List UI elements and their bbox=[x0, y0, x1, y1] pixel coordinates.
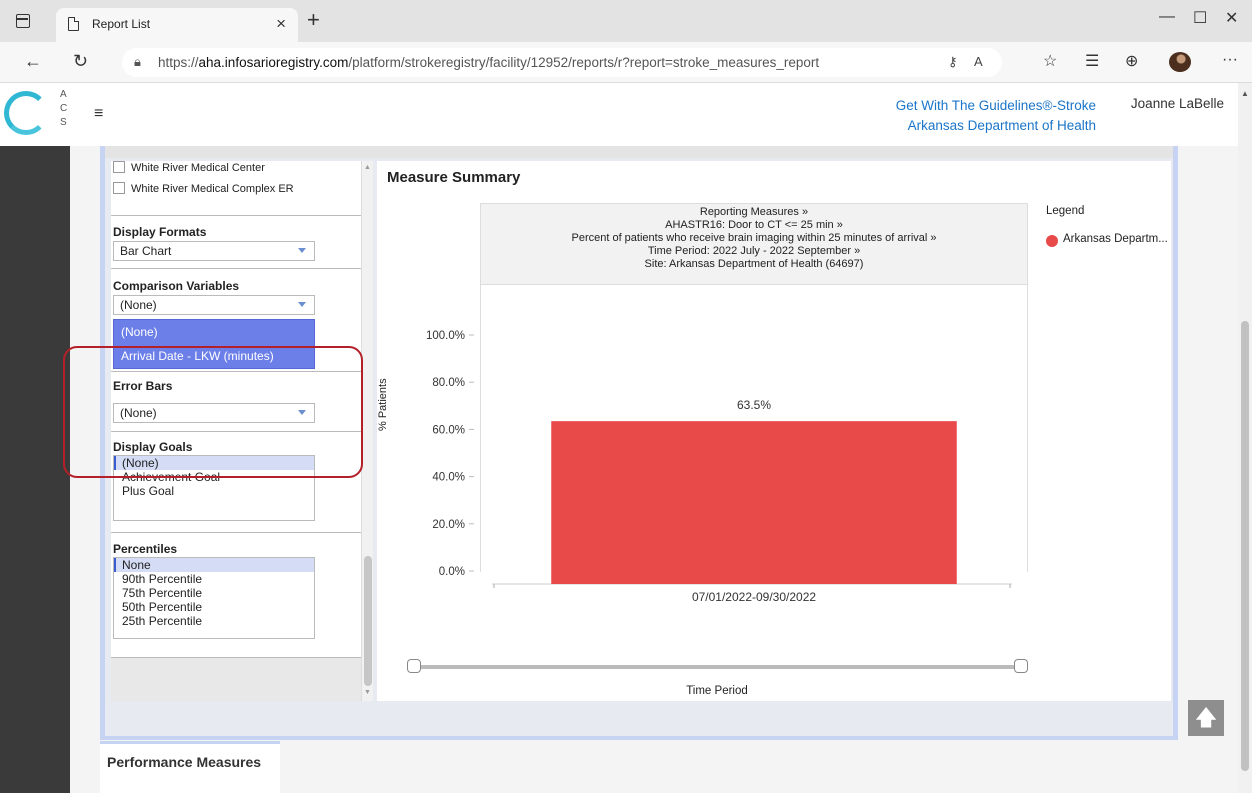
list-item[interactable]: 90th Percentile bbox=[114, 572, 314, 586]
left-nav-strip bbox=[0, 146, 70, 793]
facility-item[interactable]: White River Medical Center bbox=[113, 161, 265, 174]
browser-tab[interactable]: Report List × bbox=[56, 8, 298, 42]
slider-handle-right[interactable] bbox=[1014, 659, 1028, 673]
program-name[interactable]: Get With The Guidelines®-Stroke bbox=[896, 96, 1096, 116]
legend-title: Legend bbox=[1046, 205, 1085, 217]
web-page: A C S ≡ Get With The Guidelines®-Stroke … bbox=[0, 83, 1252, 793]
user-name[interactable]: Joanne LaBelle bbox=[1131, 96, 1224, 111]
y-tick-label: 40.0% bbox=[432, 472, 465, 484]
highlight-callout bbox=[63, 346, 363, 478]
list-item[interactable]: 50th Percentile bbox=[114, 600, 314, 614]
display-formats-label: Display Formats bbox=[113, 225, 207, 239]
percentiles-label: Percentiles bbox=[113, 542, 178, 556]
chevron-down-icon bbox=[298, 248, 306, 253]
url-text: https://aha.infosarioregistry.com/platfo… bbox=[158, 55, 820, 70]
scroll-up-icon[interactable]: ▲ bbox=[364, 164, 371, 171]
menu-icon[interactable]: ≡ bbox=[94, 105, 103, 123]
url-field[interactable]: 🔒︎ https://aha.infosarioregistry.com/pla… bbox=[122, 48, 1002, 77]
logo-text: A C S bbox=[60, 89, 68, 128]
divider bbox=[111, 532, 363, 533]
display-formats-select[interactable]: Bar Chart bbox=[113, 241, 315, 261]
time-period-label: Time Period bbox=[686, 685, 748, 697]
filter-panel-footer bbox=[111, 657, 363, 701]
list-item[interactable]: 25th Percentile bbox=[114, 614, 314, 628]
lock-icon[interactable]: 🔒︎ bbox=[134, 54, 141, 70]
new-tab-icon[interactable]: + bbox=[307, 7, 320, 33]
add-favorite-icon[interactable]: ☆ bbox=[1043, 51, 1057, 71]
profile-avatar[interactable] bbox=[1169, 52, 1191, 72]
organization-name[interactable]: Arkansas Department of Health bbox=[896, 116, 1096, 136]
time-period-slider-track[interactable] bbox=[413, 665, 1020, 669]
slider-handle-left[interactable] bbox=[407, 659, 421, 673]
scroll-up-icon[interactable]: ▲ bbox=[1241, 89, 1249, 98]
tab-actions-icon[interactable] bbox=[16, 14, 30, 28]
filter-scrollbar-thumb[interactable] bbox=[364, 556, 372, 686]
refresh-icon[interactable]: ↻ bbox=[73, 51, 88, 72]
favorites-icon[interactable]: ☰ bbox=[1085, 51, 1099, 71]
bar-chart: 0.0% 20.0% 40.0% 60.0% 80.0% 100.0% 63.5% 07/01… bbox=[426, 330, 1012, 604]
list-item[interactable]: Plus Goal bbox=[114, 484, 314, 498]
read-aloud-icon[interactable]: A bbox=[974, 54, 983, 69]
y-tick-label: 20.0% bbox=[432, 519, 465, 531]
page-icon bbox=[68, 17, 79, 31]
card-top-bar bbox=[105, 146, 1173, 158]
scroll-to-top-button[interactable]: 🡅 bbox=[1188, 700, 1224, 736]
page-scrollbar[interactable]: ▲ bbox=[1238, 83, 1252, 793]
program-info[interactable]: Get With The Guidelines®-Stroke Arkansas… bbox=[896, 96, 1096, 136]
comparison-variables-label: Comparison Variables bbox=[113, 279, 240, 293]
y-tick-label: 100.0% bbox=[426, 330, 465, 342]
list-item[interactable]: 75th Percentile bbox=[114, 586, 314, 600]
scroll-down-icon[interactable]: ▼ bbox=[364, 689, 371, 696]
list-item[interactable]: None bbox=[114, 558, 314, 572]
y-tick-label: 80.0% bbox=[432, 377, 465, 389]
address-bar: ← ↻ 🔒︎ https://aha.infosarioregistry.com… bbox=[0, 42, 1252, 83]
divider bbox=[111, 215, 363, 216]
legend-label[interactable]: Arkansas Departm... bbox=[1063, 233, 1168, 245]
performance-measures-label[interactable]: Performance Measures bbox=[107, 754, 261, 770]
facility-item[interactable]: White River Medical Complex ER bbox=[113, 182, 294, 195]
close-tab-icon[interactable]: × bbox=[276, 14, 286, 34]
maximize-icon[interactable]: ☐ bbox=[1193, 8, 1207, 28]
more-menu-icon[interactable]: ··· bbox=[1222, 51, 1238, 69]
dropdown-option[interactable]: (None) bbox=[114, 320, 314, 344]
registry-logo[interactable] bbox=[4, 91, 48, 135]
comparison-variables-select[interactable]: (None) bbox=[113, 295, 315, 315]
minimize-icon[interactable]: — bbox=[1159, 8, 1175, 26]
checkbox[interactable] bbox=[113, 182, 125, 194]
password-key-icon[interactable]: ⚷ bbox=[948, 54, 958, 70]
y-tick-label: 60.0% bbox=[432, 424, 465, 436]
tab-title: Report List bbox=[92, 17, 151, 31]
checkbox[interactable] bbox=[113, 161, 125, 173]
bar-data-label: 63.5% bbox=[737, 398, 771, 412]
legend-marker[interactable] bbox=[1046, 235, 1058, 247]
x-tick-label: 07/01/2022-09/30/2022 bbox=[692, 590, 816, 604]
back-icon[interactable]: ← bbox=[24, 51, 42, 72]
chart-panel: Measure Summary Reporting Measures » AHA… bbox=[377, 161, 1171, 701]
chevron-down-icon bbox=[298, 302, 306, 307]
close-window-icon[interactable]: ✕ bbox=[1225, 8, 1238, 28]
page-scrollbar-thumb[interactable] bbox=[1241, 321, 1249, 771]
percentiles-listbox[interactable]: None 90th Percentile 75th Percentile 50t… bbox=[113, 557, 315, 639]
browser-tab-strip: Report List × + — ☐ ✕ bbox=[0, 0, 1252, 42]
divider bbox=[111, 268, 363, 269]
collections-icon[interactable]: ⊕ bbox=[1125, 51, 1138, 71]
bar bbox=[551, 421, 957, 584]
y-tick-label: 0.0% bbox=[439, 566, 465, 578]
app-header: A C S ≡ Get With The Guidelines®-Stroke … bbox=[0, 83, 1238, 146]
